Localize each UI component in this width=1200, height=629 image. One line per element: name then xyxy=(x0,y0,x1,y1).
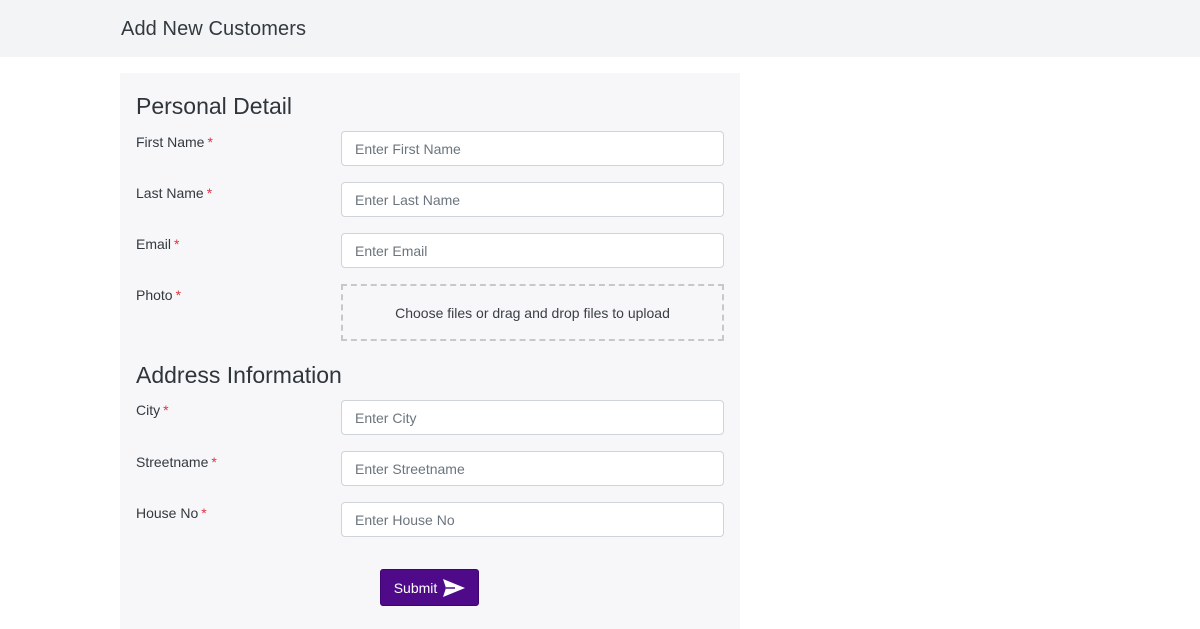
required-marker: * xyxy=(175,287,182,303)
photo-label-text: Photo xyxy=(136,287,173,303)
submit-button[interactable]: Submit xyxy=(380,569,479,606)
photo-upload-dropzone[interactable]: Choose files or drag and drop files to u… xyxy=(341,284,724,341)
first-name-label: First Name * xyxy=(136,134,213,150)
email-label: Email * xyxy=(136,236,179,252)
required-marker: * xyxy=(207,134,213,150)
required-marker: * xyxy=(201,505,207,521)
required-marker: * xyxy=(211,454,217,470)
top-bar: Add New Customers xyxy=(0,0,1200,57)
city-label: City * xyxy=(136,402,169,418)
last-name-label: Last Name * xyxy=(136,185,212,201)
house-no-label-text: House No xyxy=(136,505,199,521)
streetname-input[interactable] xyxy=(341,451,724,486)
page-title: Add New Customers xyxy=(121,18,307,40)
dropzone-text: Choose files or drag and drop files to u… xyxy=(395,304,670,321)
city-input[interactable] xyxy=(341,400,724,435)
streetname-label-text: Streetname xyxy=(136,454,209,470)
personal-detail-heading: Personal Detail xyxy=(136,93,292,119)
email-label-text: Email xyxy=(136,236,172,252)
email-input[interactable] xyxy=(341,233,724,268)
send-icon xyxy=(443,578,466,597)
required-marker: * xyxy=(174,236,180,252)
required-marker: * xyxy=(163,402,169,418)
last-name-input[interactable] xyxy=(341,182,724,217)
submit-label: Submit xyxy=(393,579,438,596)
city-label-text: City xyxy=(136,402,161,418)
house-no-label: House No * xyxy=(136,505,207,521)
last-name-label-text: Last Name xyxy=(136,185,204,201)
house-no-input[interactable] xyxy=(341,502,724,537)
required-marker: * xyxy=(206,185,213,201)
address-information-heading: Address Information xyxy=(136,362,342,388)
first-name-label-text: First Name xyxy=(136,134,205,150)
streetname-label: Streetname * xyxy=(136,454,217,470)
photo-label: Photo * xyxy=(136,287,181,303)
first-name-input[interactable] xyxy=(341,131,724,166)
